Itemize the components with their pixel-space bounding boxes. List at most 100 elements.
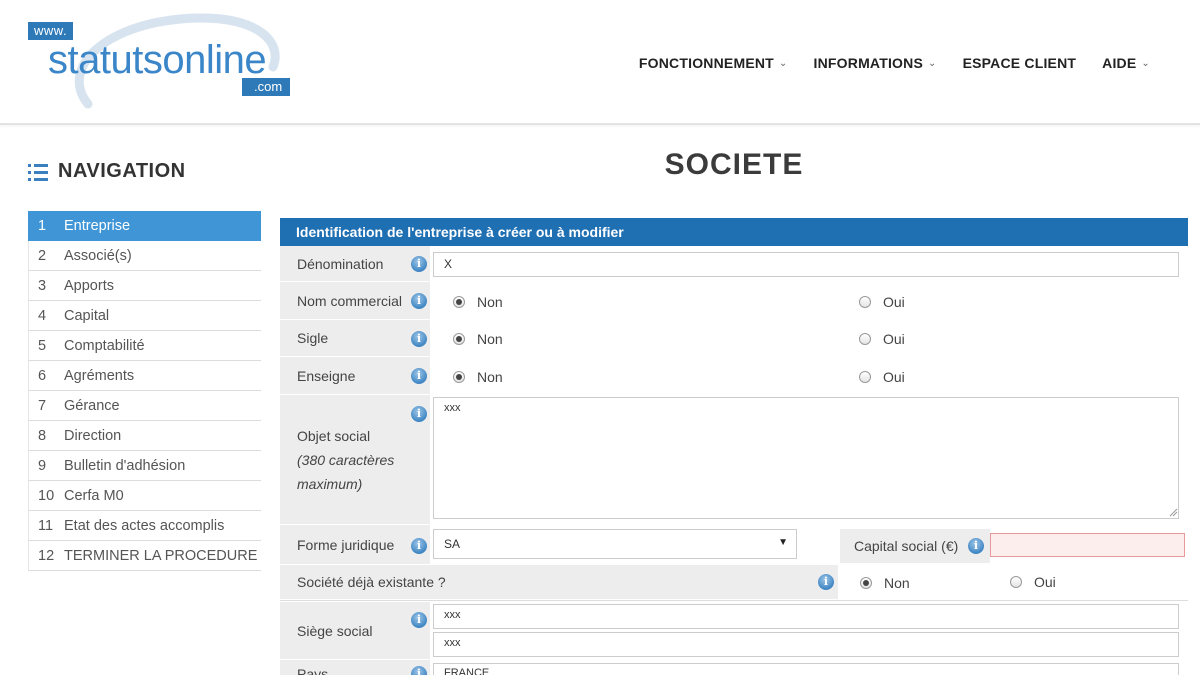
option-label: Oui — [883, 331, 905, 347]
step-number: 6 — [38, 367, 47, 384]
sidebar-item-cerfa[interactable]: 10 Cerfa M0 — [28, 481, 261, 511]
sidebar-item-associes[interactable]: 2 Associé(s) — [28, 241, 261, 271]
step-label: Apports — [64, 277, 114, 294]
sidebar-item-capital[interactable]: 4 Capital — [28, 301, 261, 331]
pays-label-text: Pays — [297, 666, 329, 675]
step-label: Entreprise — [64, 217, 131, 234]
nom-commercial-oui-option[interactable]: Oui — [859, 294, 905, 310]
objet-social-hint: (380 caractères maximum) — [297, 451, 395, 492]
nav-aide-label: AIDE — [1102, 55, 1137, 71]
nav-informations[interactable]: INFORMATIONS ⌄ — [814, 55, 937, 71]
radio-icon[interactable] — [859, 296, 871, 308]
radio-icon[interactable] — [453, 371, 465, 383]
capital-social-label-text: Capital social (€) — [854, 538, 959, 554]
chevron-down-icon: ⌄ — [927, 57, 937, 69]
denomination-label-text: Dénomination — [297, 255, 384, 272]
societe-existante-label: Société déjà existante ? — [280, 565, 838, 600]
step-label: Capital — [64, 307, 110, 324]
info-icon[interactable]: i — [411, 293, 427, 309]
radio-icon[interactable] — [1010, 576, 1022, 588]
denomination-input[interactable]: X — [433, 252, 1179, 277]
sidebar-item-gerance[interactable]: 7 Gérance — [28, 391, 261, 421]
resize-handle-icon[interactable] — [1168, 507, 1178, 517]
logo-com: .com — [242, 78, 291, 96]
siege-social-line1-input[interactable]: xxx — [433, 604, 1179, 629]
nav-fonctionnement[interactable]: FONCTIONNEMENT ⌄ — [639, 55, 788, 71]
row-enseigne: Enseigne i Non Oui — [280, 357, 1188, 395]
step-label: Etat des actes accomplis — [64, 517, 225, 534]
nav-informations-label: INFORMATIONS — [813, 55, 923, 71]
radio-icon[interactable] — [453, 333, 465, 345]
sigle-oui-option[interactable]: Oui — [859, 331, 905, 347]
info-icon[interactable]: i — [968, 538, 984, 554]
objet-social-textarea[interactable]: xxx — [433, 397, 1179, 519]
siege-social-label: Siège social — [280, 602, 430, 660]
info-icon[interactable]: i — [411, 406, 427, 422]
radio-icon[interactable] — [453, 296, 465, 308]
nom-commercial-label-text: Nom commercial — [297, 292, 403, 309]
step-label: TERMINER LA PROCEDURE — [64, 547, 258, 564]
radio-icon[interactable] — [859, 333, 871, 345]
site-logo[interactable]: www. statutsonline .com — [28, 10, 303, 115]
radio-icon[interactable] — [859, 371, 871, 383]
nav-espace-client[interactable]: ESPACE CLIENT — [963, 55, 1077, 71]
sidebar-item-direction[interactable]: 8 Direction — [28, 421, 261, 451]
row-nom-commercial: Nom commercial i Non Oui — [280, 282, 1188, 320]
sidebar-item-etat-actes[interactable]: 11 Etat des actes accomplis — [28, 511, 261, 541]
row-denomination: Dénomination i X — [280, 246, 1188, 282]
siege-social-label-text: Siège social — [297, 622, 373, 639]
info-icon[interactable]: i — [411, 331, 427, 347]
nav-aide[interactable]: AIDE ⌄ — [1102, 55, 1150, 71]
societe-existante-label-text: Société déjà existante ? — [297, 574, 446, 590]
pays-input[interactable]: FRANCE — [433, 663, 1179, 675]
row-societe-existante: Société déjà existante ? i Non Oui — [280, 565, 1188, 601]
siege-social-line2-input[interactable]: xxx — [433, 632, 1179, 657]
societe-existante-non-option[interactable]: Non — [860, 575, 910, 591]
option-label: Non — [477, 331, 503, 347]
step-label: Direction — [64, 427, 122, 444]
option-label: Non — [477, 369, 503, 385]
site-header: www. statutsonline .com FONCTIONNEMENT ⌄… — [0, 0, 1200, 125]
sidebar-item-terminer[interactable]: 12 TERMINER LA PROCEDURE — [28, 541, 261, 571]
step-label: Agréments — [64, 367, 135, 384]
radio-icon[interactable] — [860, 577, 872, 589]
info-icon[interactable]: i — [818, 574, 834, 590]
sidebar-title: NAVIGATION — [28, 160, 186, 183]
info-icon[interactable]: i — [411, 256, 427, 272]
objet-social-label: Objet social (380 caractères maximum) — [280, 395, 430, 525]
sigle-label-text: Sigle — [297, 330, 329, 346]
sidebar-item-agrements[interactable]: 6 Agréments — [28, 361, 261, 391]
sidebar-item-bulletin[interactable]: 9 Bulletin d'adhésion — [28, 451, 261, 481]
sigle-non-option[interactable]: Non — [453, 331, 503, 347]
step-number: 3 — [38, 277, 47, 294]
enseigne-oui-option[interactable]: Oui — [859, 369, 905, 385]
step-number: 7 — [38, 397, 47, 414]
option-label: Non — [477, 294, 503, 310]
forme-juridique-value: SA — [444, 537, 461, 551]
forme-juridique-label-text: Forme juridique — [297, 536, 395, 553]
step-label: Cerfa M0 — [64, 487, 124, 504]
nav-fonctionnement-label: FONCTIONNEMENT — [638, 55, 774, 71]
forme-juridique-select[interactable]: SA ▼ — [433, 529, 797, 559]
step-label: Associé(s) — [64, 247, 132, 264]
info-icon[interactable]: i — [411, 368, 427, 384]
societe-existante-oui-option[interactable]: Oui — [1010, 574, 1056, 590]
forme-juridique-label: Forme juridique — [280, 525, 430, 565]
sidebar-item-entreprise[interactable]: 1 Entreprise — [28, 211, 261, 241]
denomination-label: Dénomination — [280, 246, 430, 282]
nom-commercial-non-option[interactable]: Non — [453, 294, 503, 310]
info-icon[interactable]: i — [411, 612, 427, 628]
sidebar-steps: 1 Entreprise 2 Associé(s) 3 Apports 4 Capita… — [28, 211, 261, 571]
pays-label: Pays — [280, 660, 430, 675]
info-icon[interactable]: i — [411, 538, 427, 554]
logo-brand: statutsonline — [48, 38, 267, 82]
chevron-down-icon: ⌄ — [778, 57, 788, 69]
enseigne-non-option[interactable]: Non — [453, 369, 503, 385]
info-icon[interactable]: i — [411, 666, 427, 675]
sidebar-item-apports[interactable]: 3 Apports — [28, 271, 261, 301]
row-siege-social: Siège social i xxx xxx — [280, 602, 1188, 660]
sidebar-item-comptabilite[interactable]: 5 Comptabilité — [28, 331, 261, 361]
step-number: 12 — [38, 547, 55, 564]
step-number: 5 — [38, 337, 47, 354]
capital-social-input[interactable] — [990, 533, 1185, 557]
